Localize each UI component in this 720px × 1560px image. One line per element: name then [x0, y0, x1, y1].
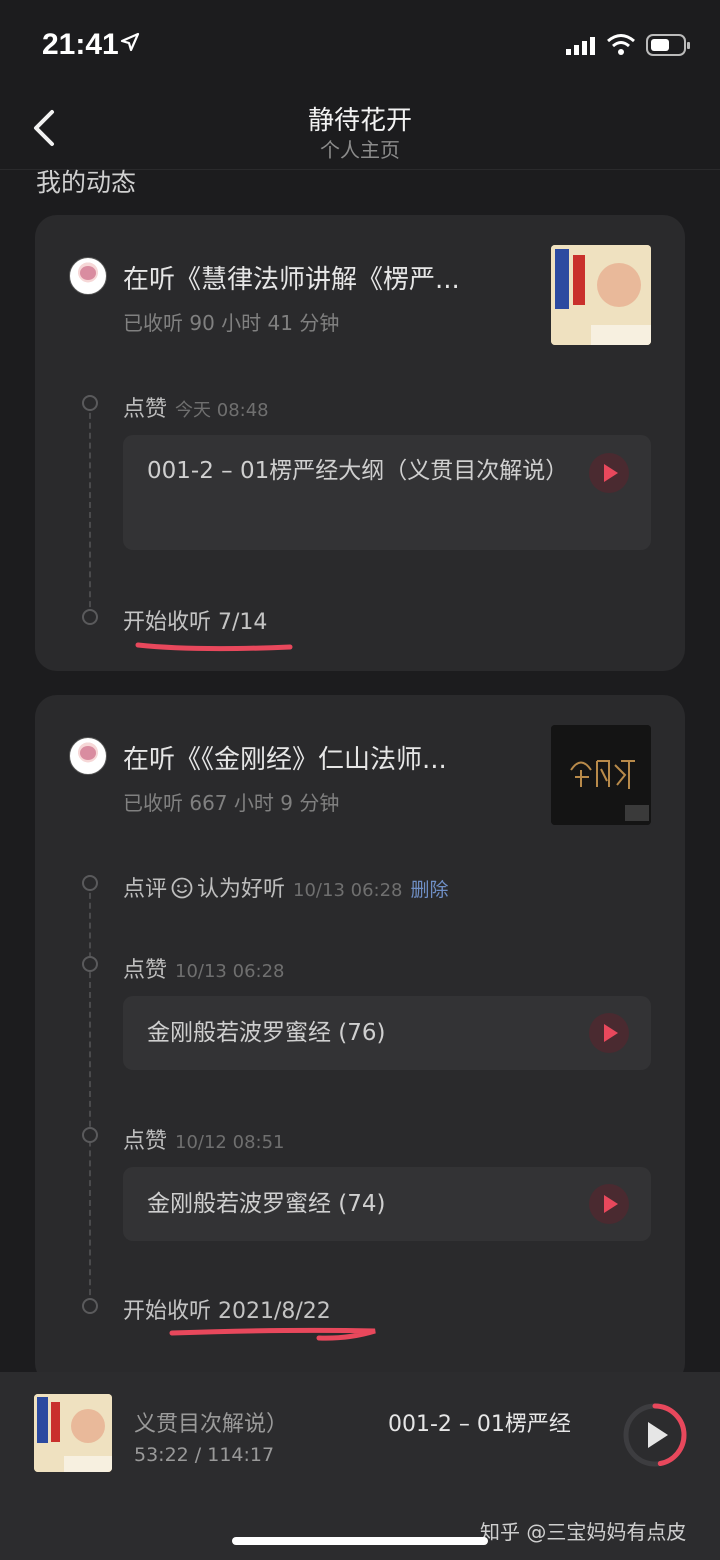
- track-item[interactable]: 金刚般若波罗蜜经 (74): [123, 1167, 651, 1241]
- track-title: 金刚般若波罗蜜经 (74): [147, 1191, 386, 1217]
- event-time: 10/13 06:28: [293, 880, 403, 901]
- status-time: 21:41: [42, 28, 119, 61]
- battery-icon: [646, 34, 690, 56]
- listening-title[interactable]: 在听《《金刚经》仁山法师...: [123, 739, 513, 776]
- cover-art-icon: [551, 245, 651, 345]
- event-label: 点赞: [123, 958, 168, 983]
- start-listening-label: 开始收听 7/14: [123, 610, 268, 635]
- delete-link[interactable]: 删除: [411, 879, 449, 901]
- track-title: 001-2 – 01楞严经大纲（义贯目次解说）: [147, 458, 569, 484]
- play-pause-button[interactable]: [622, 1402, 688, 1468]
- start-listening-label: 开始收听 2021/8/22: [123, 1299, 331, 1324]
- cover-art-icon: [551, 725, 651, 825]
- activity-card[interactable]: 在听《慧律法师讲解《楞严... 已收听 90 小时 41 分钟 点赞 今天 08:…: [35, 215, 685, 671]
- event-time: 10/13 06:28: [175, 961, 285, 982]
- smile-icon: [171, 877, 193, 899]
- event-like: 点赞 10/13 06:28: [123, 952, 284, 984]
- timeline-dot: [82, 395, 98, 411]
- timeline-line: [89, 883, 91, 1305]
- play-icon: [648, 1422, 668, 1448]
- album-cover[interactable]: [551, 725, 651, 825]
- listening-title[interactable]: 在听《慧律法师讲解《楞严...: [123, 259, 513, 296]
- event-review: 点评 认为好听 10/13 06:28 删除: [123, 871, 449, 903]
- cover-art-icon: [34, 1394, 112, 1472]
- location-arrow-icon: [120, 32, 140, 52]
- player-track-prev: 义贯目次解说）: [134, 1412, 289, 1437]
- play-track-button[interactable]: [589, 1013, 629, 1053]
- page-title: 静待花开: [307, 106, 412, 136]
- timeline-dot: [82, 875, 98, 891]
- player-time: 53:22 / 114:17: [134, 1444, 275, 1466]
- track-title: 金刚般若波罗蜜经 (76): [147, 1020, 386, 1046]
- section-heading: 我的动态: [36, 168, 137, 197]
- review-text: 认为好听: [197, 877, 286, 902]
- timeline-line: [89, 403, 91, 617]
- album-cover[interactable]: [551, 245, 651, 345]
- play-track-button[interactable]: [589, 453, 629, 493]
- timeline-dot: [82, 1127, 98, 1143]
- watermark: 知乎 @三宝妈妈有点皮: [480, 1520, 687, 1544]
- listening-hours: 已收听 90 小时 41 分钟: [123, 311, 340, 335]
- player-track-title: 001-2 – 01楞严经: [388, 1412, 571, 1437]
- avatar[interactable]: [69, 737, 107, 775]
- listening-hours: 已收听 667 小时 9 分钟: [123, 791, 340, 815]
- event-label: 点赞: [123, 1129, 168, 1154]
- event-time: 10/12 08:51: [175, 1132, 285, 1153]
- underline-annotation: [135, 642, 293, 652]
- event-like: 点赞 10/12 08:51: [123, 1123, 284, 1155]
- timeline-dot: [82, 956, 98, 972]
- player-cover[interactable]: [34, 1394, 112, 1472]
- nav-bar: 静待花开 个人主页: [0, 90, 720, 170]
- underline-annotation: [169, 1327, 376, 1341]
- activity-card[interactable]: 在听《《金刚经》仁山法师... 已收听 667 小时 9 分钟 点评 认为好听 10…: [35, 695, 685, 1385]
- event-like: 点赞 今天 08:48: [123, 391, 269, 423]
- play-track-button[interactable]: [589, 1184, 629, 1224]
- timeline-dot: [82, 1298, 98, 1314]
- track-item[interactable]: 001-2 – 01楞严经大纲（义贯目次解说）: [123, 435, 651, 550]
- page-subtitle: 个人主页: [320, 138, 400, 162]
- review-label: 点评: [123, 877, 168, 902]
- avatar[interactable]: [69, 257, 107, 295]
- event-label: 点赞: [123, 397, 168, 422]
- event-time: 今天 08:48: [175, 400, 269, 421]
- home-indicator[interactable]: [232, 1537, 488, 1545]
- wifi-icon: [607, 34, 635, 55]
- cellular-signal-icon: [566, 37, 595, 55]
- timeline-dot: [82, 609, 98, 625]
- track-item[interactable]: 金刚般若波罗蜜经 (76): [123, 996, 651, 1070]
- status-bar: 21:41: [0, 0, 720, 90]
